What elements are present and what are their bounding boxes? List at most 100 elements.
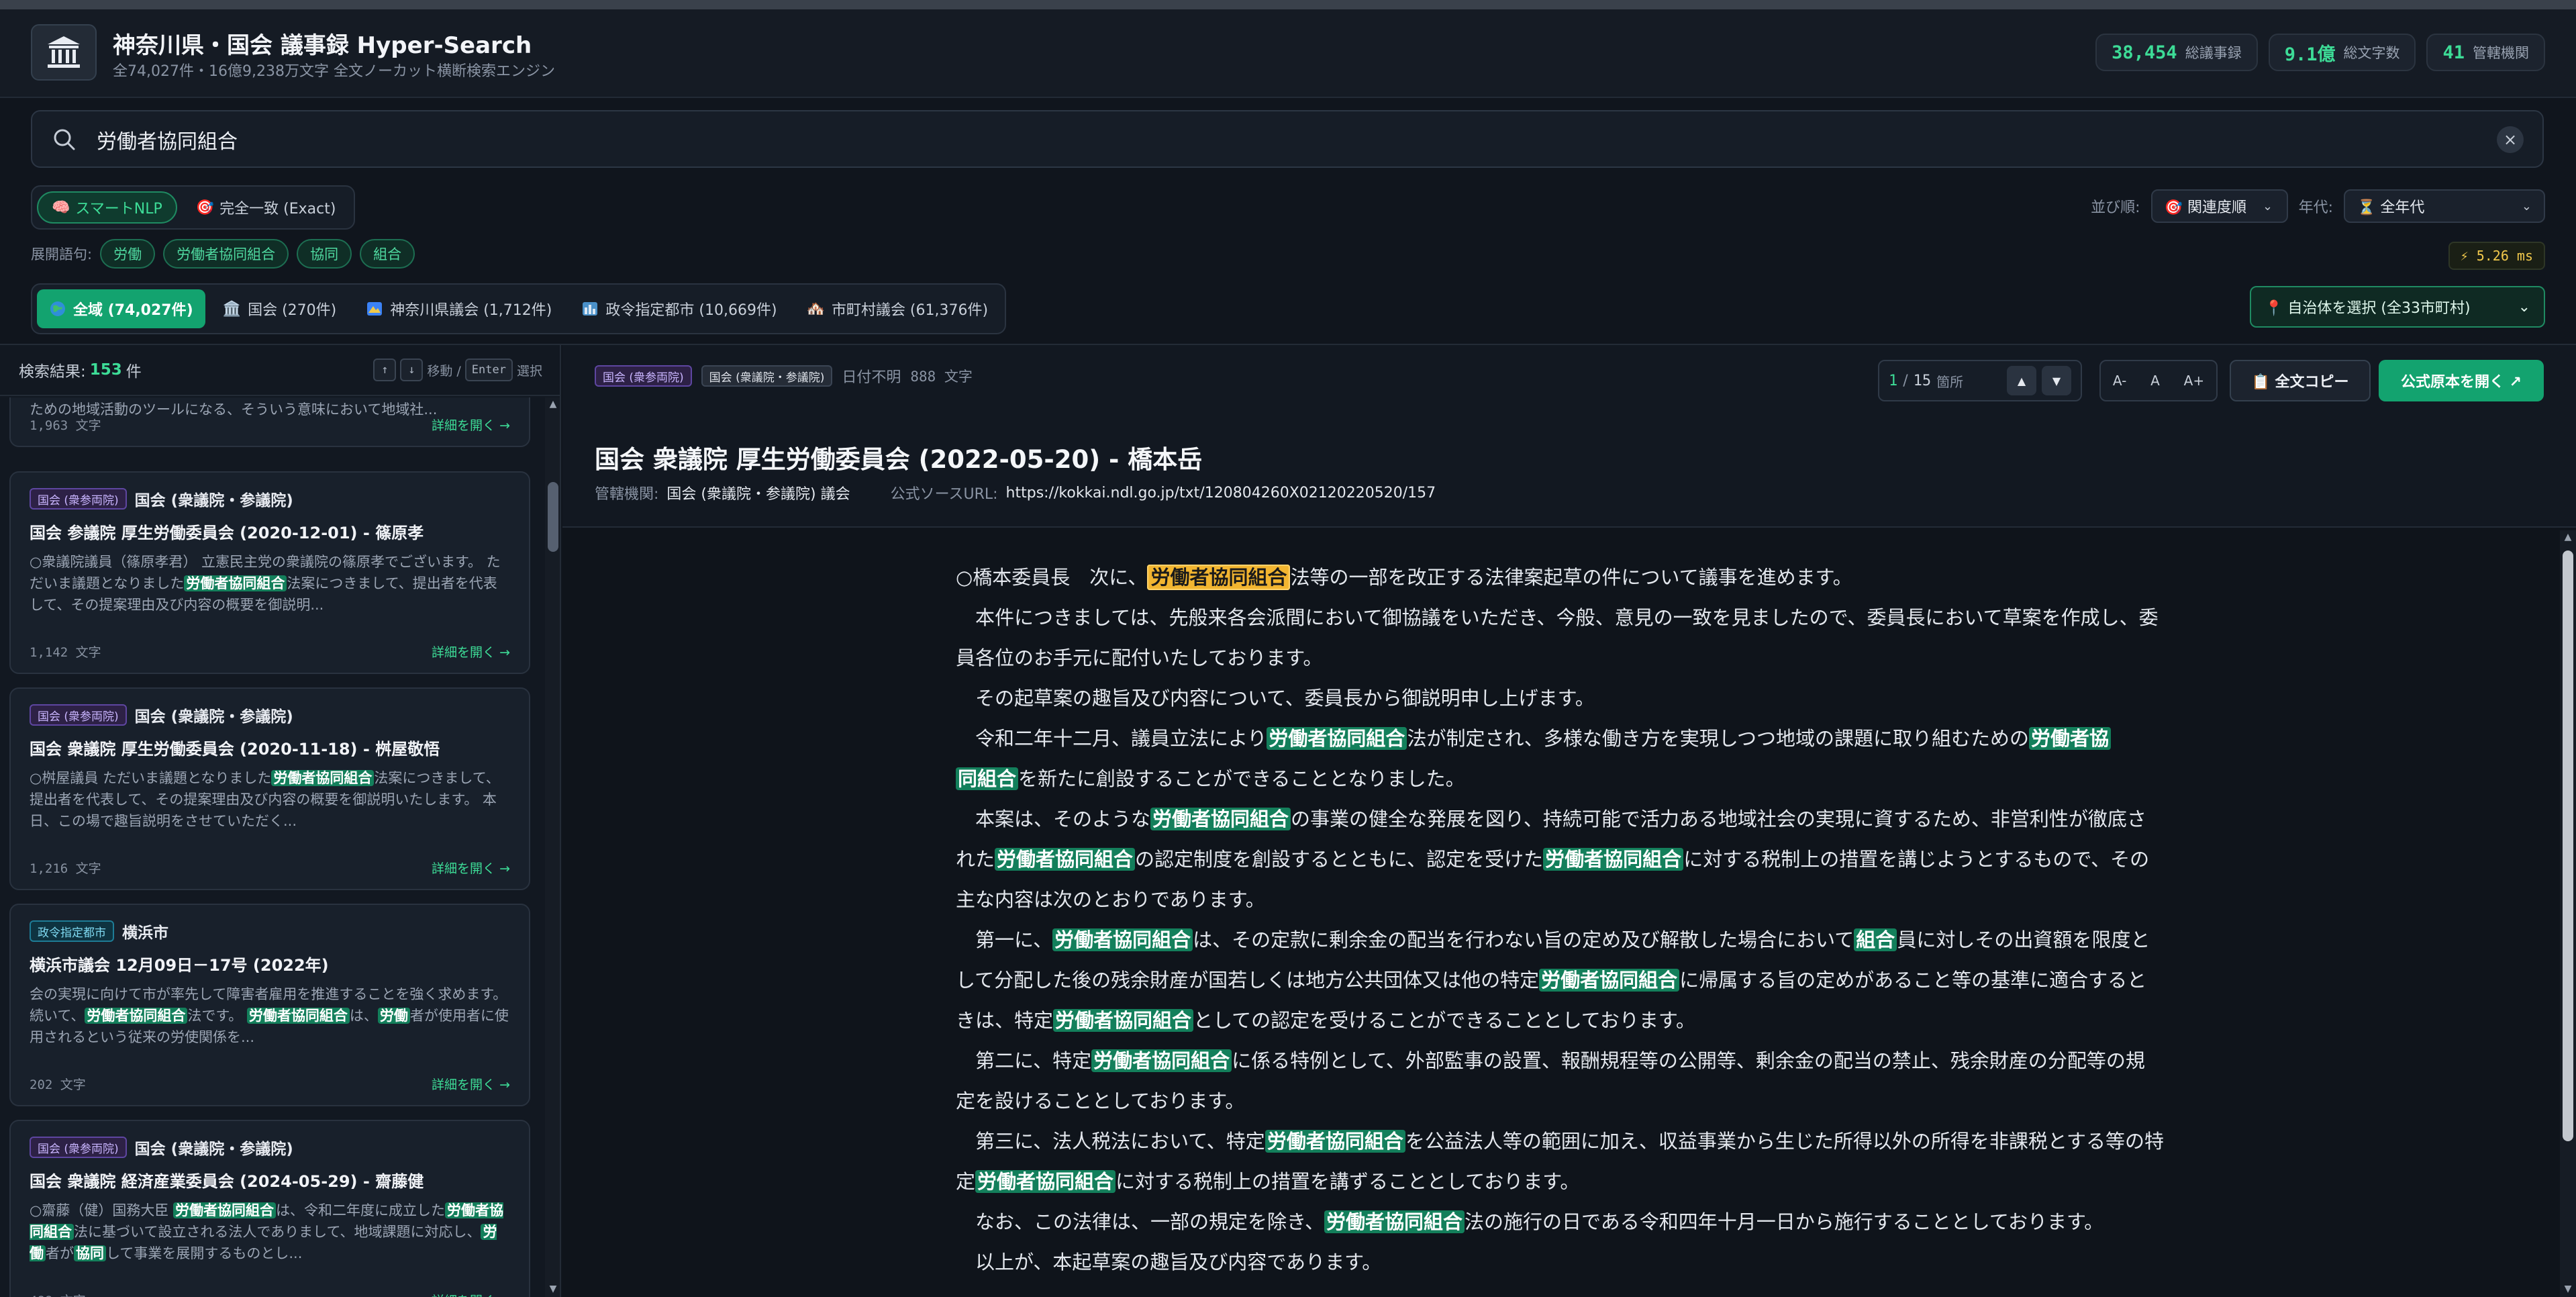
keyword-highlight: 労働 (377, 1008, 410, 1024)
results-scrollbar[interactable]: ▲ ▼ (545, 397, 560, 1297)
scroll-down-arrow-icon[interactable]: ▼ (2563, 1284, 2573, 1296)
hit-separator: / (1903, 372, 1908, 389)
results-header: 検索結果: 153 件 ↑ ↓ 移動 / Enter 選択 (0, 345, 560, 396)
chevron-down-icon: ⌄ (2518, 298, 2530, 316)
houses-icon: 🏘️ (806, 300, 825, 318)
open-detail-link[interactable]: 詳細を開く → (432, 859, 510, 877)
result-card[interactable]: 政令指定都市 横浜市 横浜市議会 12月09日－17号 (2022年) 会の実現… (9, 904, 530, 1106)
card-snippet: 会の実現に向けて市が率先して障害者雇用を推進することを強く求めます。 続いて、労… (30, 986, 509, 1045)
card-title: 国会 衆議院 経済産業委員会 (2024-05-29) - 齋藤健 (30, 1172, 424, 1191)
card-length: 202 文字 (30, 1077, 86, 1092)
prev-hit-button[interactable]: ▲ (2007, 366, 2036, 395)
card-source: 国会 (衆議院・参議院) (134, 492, 293, 510)
stat-value: 9.1億 (2284, 44, 2336, 65)
stat-label: 総議事録 (2185, 45, 2242, 61)
tab-all[interactable]: 全域 (74,027件) (37, 289, 205, 328)
keyword-highlight: 労働者協同組合 (1265, 1130, 1405, 1153)
copy-full-text-button[interactable]: 📋 全文コピー (2230, 360, 2371, 401)
document-panel: 国会 (衆参両院) 国会 (衆議院・参議院) 日付不明 888 文字 1 / 1… (562, 345, 2576, 1297)
card-footer: 1,963 文字 詳細を開く → (30, 416, 510, 434)
keyword-highlight: 労働者協同組合 (1150, 808, 1291, 830)
chevron-down-icon: ⌄ (2262, 199, 2273, 213)
open-detail-link[interactable]: 詳細を開く → (432, 1291, 510, 1297)
source-url-link[interactable]: https://kokkai.ndl.go.jp/txt/120804260X0… (1006, 485, 1436, 501)
open-detail-link[interactable]: 詳細を開く → (432, 642, 510, 661)
scroll-down-arrow-icon[interactable]: ▼ (548, 1284, 558, 1296)
document-body: ○橋本委員長 次に、 労働者協同組合 法等の一部を改正する法律案起草の件について議事… (956, 557, 2164, 1282)
scrollbar-thumb[interactable] (2563, 550, 2573, 1141)
paragraph: 本件につきましては、先般来各会派間において御協議をいただき、今般、意見の一致を見… (956, 606, 2159, 669)
document-scrollbar[interactable]: ▲ ▼ (2560, 530, 2576, 1297)
card-header: 国会 (衆参両院) 国会 (衆議院・参議院) (30, 487, 529, 510)
keyword-highlight: 労働者協同組合 (85, 1008, 188, 1024)
paragraph: 本案は、そのような 労働者協同組合 の事業の健全な発展を図り、持続可能で活力ある地域… (956, 808, 2150, 911)
scrollbar-thumb[interactable] (548, 482, 558, 552)
card-source: 横浜市 (122, 924, 168, 942)
keyword-highlight: 労働者協同組合 (1053, 1009, 1194, 1032)
scroll-up-arrow-icon[interactable]: ▲ (2563, 532, 2573, 544)
paragraph: 第一に、 労働者協同組合 は、その定款に剰余金の配当を行わない旨の定め及び解散した場… (956, 928, 2150, 1032)
card-length: 488 文字 (30, 1291, 86, 1297)
term-chip[interactable]: 労働者協同組合 (163, 239, 289, 269)
result-card[interactable]: 国会 (衆参両院) 国会 (衆議院・参議院) 国会 衆議院 経済産業委員会 (2… (9, 1120, 530, 1297)
keyword-highlight: 協同 (74, 1245, 106, 1261)
building-icon: 🏛️ (222, 300, 242, 318)
stat-value: 41 (2442, 42, 2465, 63)
authority-value: 国会 (衆議院・参議院) 議会 (666, 486, 850, 503)
mode-smart-nlp-button[interactable]: 🧠 スマートNLP (37, 191, 177, 224)
mode-label: スマートNLP (75, 201, 162, 218)
results-unit: 件 (126, 363, 142, 381)
open-detail-link[interactable]: 詳細を開く → (432, 416, 510, 434)
search-bar: × (31, 110, 2544, 168)
tab-designated-cities[interactable]: 政令指定都市 (10,669件) (569, 289, 789, 328)
scroll-up-arrow-icon[interactable]: ▲ (548, 399, 558, 411)
municipality-value: 📍 自治体を選択 (全33市町村) (2265, 300, 2471, 317)
municipality-select[interactable]: 📍 自治体を選択 (全33市町村) ⌄ (2250, 286, 2545, 328)
term-chip[interactable]: 労働 (100, 239, 156, 269)
results-panel: 検索結果: 153 件 ↑ ↓ 移動 / Enter 選択 ための地域活動のツー… (0, 345, 561, 1297)
tab-kanagawa[interactable]: 神奈川県議会 (1,712件) (354, 289, 564, 328)
hint-select: 選択 (516, 363, 542, 379)
card-snippet: ○衆議院議員（篠原孝君） 立憲民主党の衆議院の篠原孝でございます。 ただいま議題… (30, 554, 501, 613)
result-card[interactable]: ための地域活動のツールになる、そういう意味において地域社... 1,963 文字… (9, 397, 530, 447)
expanded-terms-label: 展開語句: (31, 246, 93, 262)
era-label: 年代: (2298, 199, 2333, 216)
keyword-highlight: 労働者協同組合 (246, 1008, 350, 1024)
card-length: 1,963 文字 (30, 418, 101, 433)
search-input[interactable] (97, 121, 2446, 158)
card-snippet: ○桝屋議員 ただいま議題となりました 労働者協同組合 法案につきまして、提出者を代表… (30, 770, 500, 829)
paragraph: 令和二年十二月、議員立法により 労働者協同組合 法が制定され、多様な働き方を実現しつ… (956, 718, 2164, 799)
hit-current: 1 (1889, 372, 1898, 389)
open-detail-link[interactable]: 詳細を開く → (432, 1075, 510, 1093)
keyword-highlight: 労働者協同組合 (1539, 969, 1680, 992)
category-badge: 国会 (衆参両院) (30, 488, 127, 510)
card-title: 国会 衆議院 厚生労働委員会 (2020-11-18) - 桝屋敬悟 (30, 740, 440, 759)
mode-exact-button[interactable]: 🎯 完全一致 (Exact) (183, 191, 350, 224)
open-official-source-button[interactable]: 公式原本を開く ↗ (2379, 360, 2544, 401)
stats-group: 38,454 総議事録 9.1億 総文字数 41 管轄機関 (2095, 34, 2545, 71)
era-select[interactable]: ⏳ 全年代 ⌄ (2344, 189, 2545, 223)
sort-select[interactable]: 🎯 関連度順 ⌄ (2150, 189, 2288, 223)
arrow-down-key: ↓ (400, 358, 424, 381)
term-chip[interactable]: 協同 (297, 239, 352, 269)
search-icon (54, 129, 75, 150)
next-hit-button[interactable]: ▼ (2042, 366, 2071, 395)
stat-value: 38,454 (2112, 42, 2177, 63)
document-meta: 国会 (衆参両院) 国会 (衆議院・参議院) 日付不明 888 文字 (595, 365, 973, 387)
tab-kokkai[interactable]: 🏛️ 国会 (270件) (211, 289, 349, 328)
paragraph: なお、この法律は、一部の規定を除き、 労働者協同組合 法の施行の日である令和四年十月… (956, 1210, 2104, 1233)
result-card[interactable]: 国会 (衆参両院) 国会 (衆議院・参議院) 国会 参議院 厚生労働委員会 (2… (9, 471, 530, 674)
font-reset-button[interactable]: A (2150, 373, 2160, 389)
keyword-highlight: 労働者協同組合 (1052, 928, 1193, 951)
font-increase-button[interactable]: A+ (2184, 373, 2204, 389)
cityscape-icon (583, 302, 598, 316)
term-chip[interactable]: 組合 (360, 239, 415, 269)
category-badge: 政令指定都市 (30, 920, 114, 942)
keyword-highlight: 労働者協同組合 (1091, 1049, 1232, 1072)
result-card[interactable]: 国会 (衆参両院) 国会 (衆議院・参議院) 国会 衆議院 厚生労働委員会 (2… (9, 687, 530, 890)
font-decrease-button[interactable]: A- (2113, 373, 2126, 389)
tab-label: 国会 (270件) (248, 302, 337, 319)
tab-municipalities[interactable]: 🏘️ 市町村議会 (61,376件) (795, 289, 1001, 328)
results-label: 検索結果: (19, 363, 86, 381)
clear-search-button[interactable]: × (2497, 126, 2524, 153)
